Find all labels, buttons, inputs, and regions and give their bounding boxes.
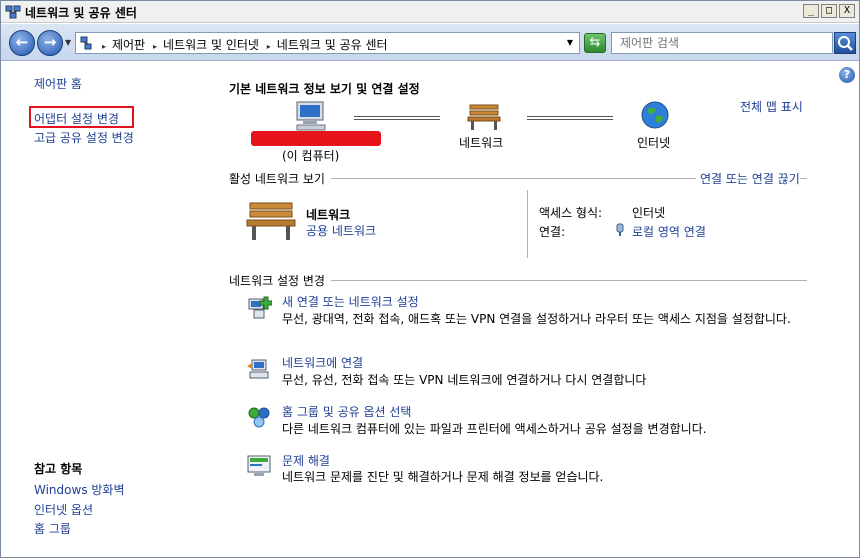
task-new-connection-desc: 무선, 광대역, 전화 접속, 애드혹 또는 VPN 연결을 설정하거나 라우터…	[282, 312, 791, 326]
computer-label: (이 컴퓨터)	[282, 149, 340, 163]
network-app-icon	[5, 5, 21, 19]
search-button[interactable]	[834, 32, 856, 54]
task-connect-network-desc: 무선, 유선, 전화 접속 또는 VPN 네트워크에 연결하거나 다시 연결합니…	[282, 373, 647, 387]
content-area: 제어판 홈 어댑터 설정 변경 고급 공유 설정 변경 참고 항목 Window…	[1, 62, 859, 557]
see-also-heading: 참고 항목	[34, 462, 83, 476]
connection-line	[527, 116, 613, 120]
troubleshoot-icon	[247, 455, 271, 476]
connect-network-icon	[247, 359, 269, 379]
change-settings-heading: 네트워크 설정 변경	[229, 272, 331, 289]
forward-button[interactable]: →	[37, 30, 63, 56]
connect-disconnect-link[interactable]: 연결 또는 연결 끊기	[696, 170, 800, 187]
network-type-link[interactable]: 공용 네트워크	[306, 222, 376, 239]
computer-icon[interactable]	[293, 100, 329, 132]
breadcrumb-sharing-center[interactable]: 네트워크 및 공유 센터	[277, 38, 388, 52]
network-name: 네트워크	[306, 208, 351, 222]
window-title: 네트워크 및 공유 센터	[25, 6, 137, 20]
task-homegroup-desc: 다른 네트워크 컴퓨터에 있는 파일과 프린터에 액세스하거나 공유 설정을 변…	[282, 422, 707, 436]
local-area-connection-link[interactable]: 로컬 영역 연결	[632, 223, 706, 240]
search-icon	[838, 36, 853, 51]
breadcrumb-control-panel[interactable]: 제어판	[112, 38, 145, 52]
task-troubleshoot-link[interactable]: 문제 해결	[282, 452, 330, 469]
breadcrumb-separator-icon[interactable]: ▸	[102, 42, 106, 51]
breadcrumb: ▸ 제어판 ▸ 네트워크 및 인터넷 ▸ 네트워크 및 공유 센터	[102, 36, 392, 53]
bench-network-icon[interactable]	[467, 102, 501, 132]
network-sharing-center-window: 네트워크 및 공유 센터 _ □ X ← → ▼ ▸ 제어판 ▸ 네트워크 및 인터…	[0, 0, 860, 558]
task-homegroup-link[interactable]: 홈 그룹 및 공유 옵션 선택	[282, 403, 411, 420]
redaction-bar	[251, 131, 381, 146]
task-pane: 제어판 홈 어댑터 설정 변경 고급 공유 설정 변경 참고 항목 Window…	[1, 62, 211, 557]
access-type-key: 액세스 형식:	[539, 206, 603, 220]
vertical-divider	[527, 190, 528, 258]
new-connection-icon	[248, 296, 272, 319]
title-bar: 네트워크 및 공유 센터 _ □ X	[1, 1, 859, 23]
control-panel-home-link[interactable]: 제어판 홈	[34, 75, 82, 92]
internet-label: 인터넷	[637, 136, 671, 150]
address-dropdown-icon[interactable]: ▼	[567, 38, 573, 47]
back-button[interactable]: ←	[9, 30, 35, 56]
address-box[interactable]: ▸ 제어판 ▸ 네트워크 및 인터넷 ▸ 네트워크 및 공유 센터 ▼	[75, 32, 580, 54]
breadcrumb-network-internet[interactable]: 네트워크 및 인터넷	[163, 38, 259, 52]
active-networks-heading: 활성 네트워크 보기	[229, 170, 331, 187]
task-connect-network-link[interactable]: 네트워크에 연결	[282, 354, 363, 371]
address-toolbar: ← → ▼ ▸ 제어판 ▸ 네트워크 및 인터넷 ▸ 네트워크 및 공유 센터 ▼ ⇆	[1, 24, 859, 61]
access-type-value: 인터넷	[632, 206, 666, 220]
breadcrumb-separator-icon[interactable]: ▸	[267, 42, 271, 51]
refresh-button[interactable]: ⇆	[584, 33, 606, 53]
recent-pages-dropdown-icon[interactable]: ▼	[65, 38, 71, 47]
minimize-button[interactable]: _	[803, 4, 819, 18]
homegroup-sharing-icon	[248, 407, 270, 428]
page-title: 기본 네트워크 정보 보기 및 연결 설정	[229, 82, 420, 96]
connection-key: 연결:	[539, 225, 566, 239]
maximize-button[interactable]: □	[821, 4, 837, 18]
search-box[interactable]	[611, 32, 833, 54]
ethernet-plug-icon	[616, 223, 624, 236]
homegroup-link[interactable]: 홈 그룹	[34, 520, 71, 537]
help-icon[interactable]: ?	[839, 67, 855, 83]
refresh-icon: ⇆	[589, 35, 601, 50]
search-input[interactable]	[612, 33, 832, 53]
bench-network-icon	[246, 202, 296, 240]
breadcrumb-separator-icon[interactable]: ▸	[153, 42, 157, 51]
see-full-map-link[interactable]: 전체 맵 표시	[740, 98, 803, 115]
network-label: 네트워크	[459, 136, 504, 150]
task-new-connection-link[interactable]: 새 연결 또는 네트워크 설정	[282, 293, 419, 310]
globe-internet-icon[interactable]	[640, 100, 670, 130]
connection-line	[354, 116, 440, 120]
close-button[interactable]: X	[839, 4, 855, 18]
network-crumb-icon	[80, 36, 92, 50]
advanced-sharing-settings-link[interactable]: 고급 공유 설정 변경	[34, 129, 134, 146]
windows-firewall-link[interactable]: Windows 방화벽	[34, 481, 125, 498]
change-adapter-settings-link[interactable]: 어댑터 설정 변경	[34, 110, 119, 127]
task-troubleshoot-desc: 네트워크 문제를 진단 및 해결하거나 문제 해결 정보를 얻습니다.	[282, 470, 604, 484]
internet-options-link[interactable]: 인터넷 옵션	[34, 501, 93, 518]
